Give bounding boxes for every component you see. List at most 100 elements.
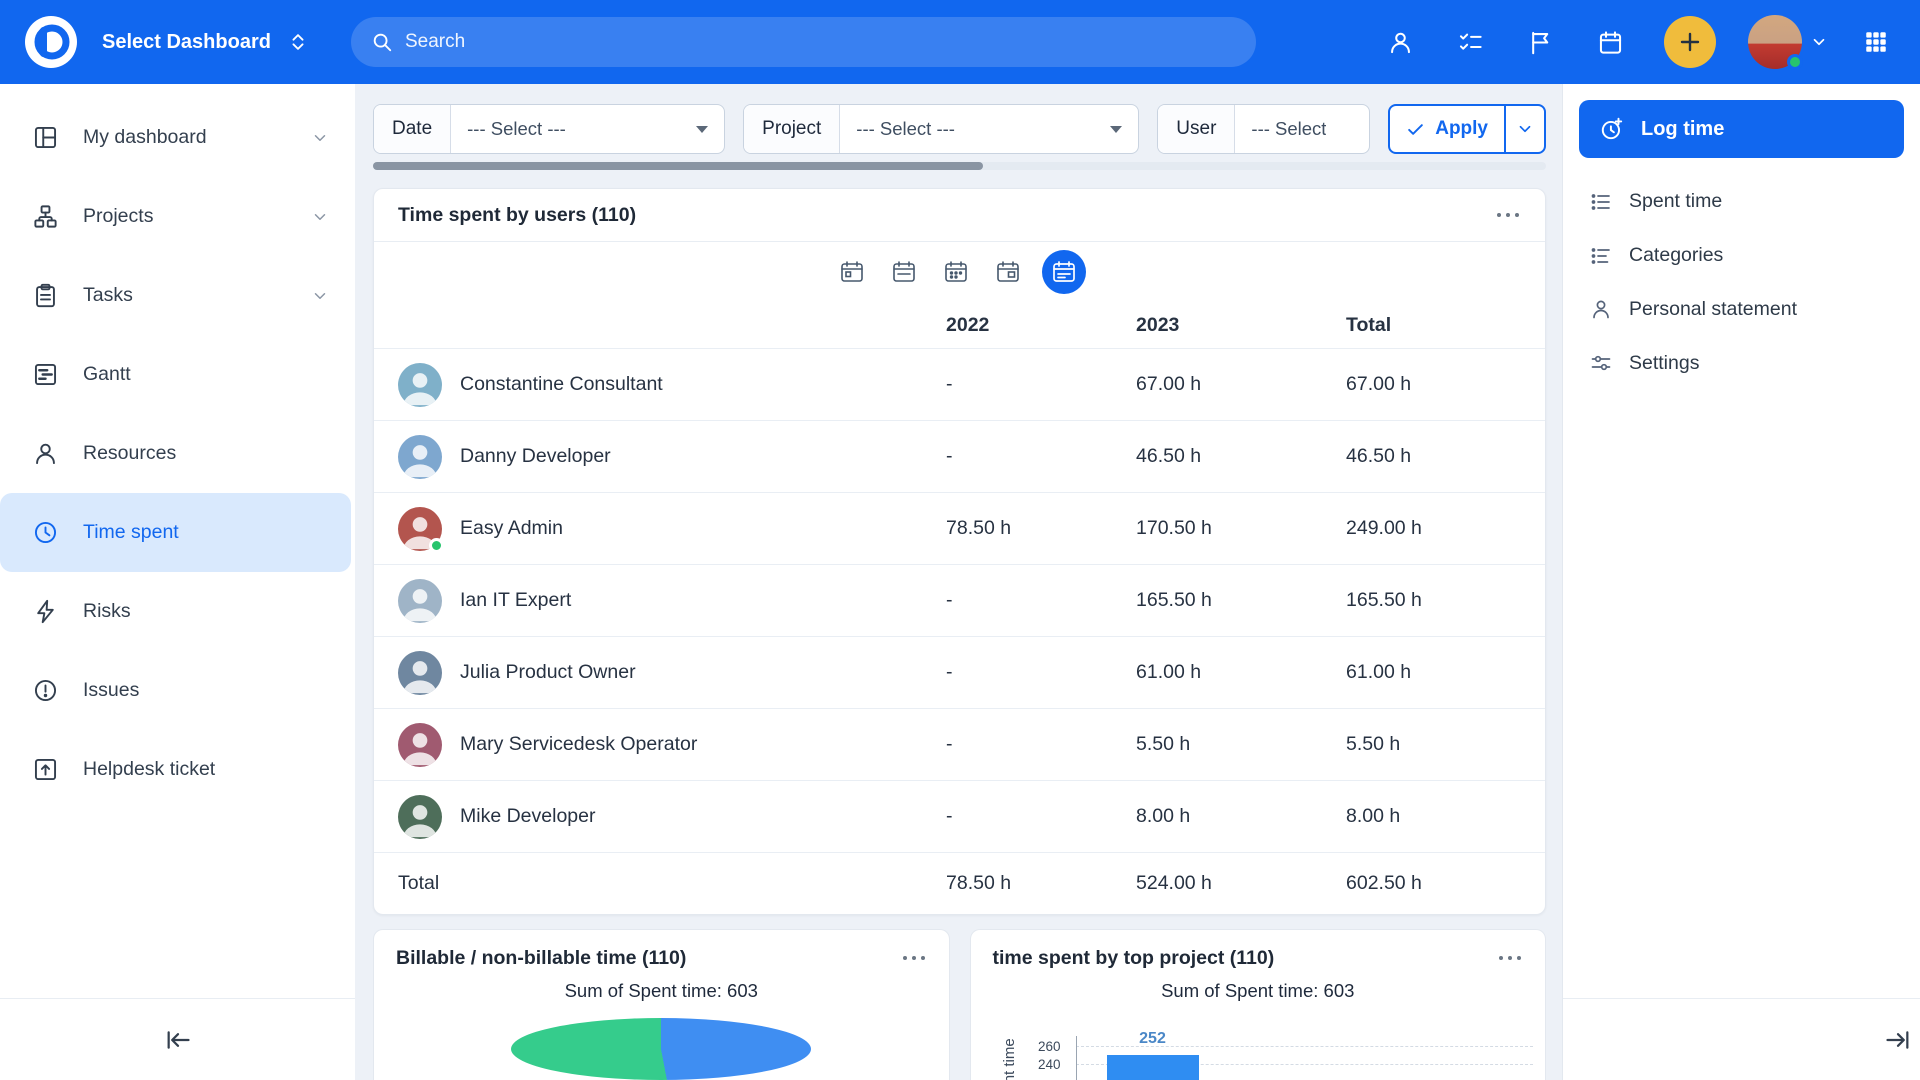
sidebar-item-risks[interactable]: Risks	[0, 572, 355, 651]
apply-button-label: Apply	[1435, 118, 1488, 140]
avatar-chevron-icon	[1810, 33, 1828, 51]
period-toggle-row	[374, 242, 1545, 302]
period-month-button[interactable]	[938, 254, 974, 290]
collapse-sidebar-button[interactable]	[164, 1026, 192, 1054]
value-2023: 8.00 h	[1136, 805, 1346, 828]
value-2022: -	[946, 589, 1136, 612]
user-name-cell[interactable]: Danny Developer	[398, 435, 946, 479]
collapse-right-sidebar-button[interactable]	[1884, 1026, 1912, 1054]
flag-button[interactable]	[1518, 20, 1562, 64]
value-total: 61.00 h	[1346, 661, 1521, 684]
user-button[interactable]	[1378, 20, 1422, 64]
user-name-cell[interactable]: Easy Admin	[398, 507, 946, 551]
sidebar-item-projects[interactable]: Projects	[0, 177, 355, 256]
profile-menu[interactable]	[1748, 15, 1828, 69]
value-total: 5.50 h	[1346, 733, 1521, 756]
user-name-cell[interactable]: Mary Servicedesk Operator	[398, 723, 946, 767]
value-2023: 5.50 h	[1136, 733, 1346, 756]
sidebar-item-time-spent[interactable]: Time spent	[0, 493, 351, 572]
project-filter-value: --- Select ---	[856, 118, 955, 140]
flag-icon	[1527, 29, 1554, 56]
chevron-down-icon	[311, 129, 329, 147]
apps-grid-button[interactable]	[1854, 20, 1898, 64]
left-sidebar: My dashboard Projects Tasks Gantt Resour…	[0, 84, 355, 1080]
apply-button[interactable]: Apply	[1390, 106, 1504, 152]
menu-item-categories[interactable]: Categories	[1579, 228, 1904, 282]
period-week-button[interactable]	[886, 254, 922, 290]
value-2023: 67.00 h	[1136, 373, 1346, 396]
app-root: Select Dashboard	[0, 0, 1920, 1080]
apply-dropdown-button[interactable]	[1504, 106, 1544, 152]
main-content: Date --- Select --- Project --- Select -…	[355, 84, 1562, 1080]
app-logo[interactable]	[22, 13, 80, 71]
lightning-icon	[32, 598, 59, 625]
user-name-cell[interactable]: Julia Product Owner	[398, 651, 946, 695]
sidebar-item-gantt[interactable]: Gantt	[0, 335, 355, 414]
value-2022: -	[946, 373, 1136, 396]
date-filter-select[interactable]: --- Select ---	[451, 105, 724, 153]
period-year-button[interactable]	[1042, 250, 1086, 294]
calendar-button[interactable]	[1588, 20, 1632, 64]
topbar: Select Dashboard	[0, 0, 1920, 84]
table-header-row: 2022 2023 Total	[374, 302, 1545, 348]
calendar-month-icon	[943, 259, 969, 285]
y-axis-tick: 260	[1001, 1039, 1061, 1054]
chevron-down-icon	[1516, 120, 1534, 138]
y-axis-line	[1076, 1036, 1077, 1080]
sidebar-item-label: Helpdesk ticket	[83, 758, 215, 781]
menu-item-spent-time[interactable]: Spent time	[1579, 174, 1904, 228]
user-name-cell[interactable]: Constantine Consultant	[398, 363, 946, 407]
user-filter-value: --- Select	[1251, 118, 1326, 140]
tasks-icon	[32, 282, 59, 309]
categories-icon	[1589, 243, 1613, 267]
date-filter-label: Date	[374, 105, 451, 153]
dashboard-selector[interactable]: Select Dashboard	[102, 31, 309, 54]
project-filter-select[interactable]: --- Select ---	[840, 105, 1138, 153]
calendar-year-icon	[1051, 259, 1077, 285]
log-time-button[interactable]: Log time	[1579, 100, 1904, 158]
bar[interactable]	[1107, 1055, 1199, 1080]
add-button[interactable]	[1664, 16, 1716, 68]
date-filter: Date --- Select ---	[373, 104, 725, 154]
check-icon	[1406, 120, 1425, 139]
sidebar-item-helpdesk-ticket[interactable]: Helpdesk ticket	[0, 730, 355, 809]
sidebar-item-issues[interactable]: Issues	[0, 651, 355, 730]
checklist-button[interactable]	[1448, 20, 1492, 64]
menu-item-settings[interactable]: Settings	[1579, 336, 1904, 390]
log-time-label: Log time	[1641, 118, 1724, 141]
user-name-cell[interactable]: Ian IT Expert	[398, 579, 946, 623]
calendar-day-icon	[839, 259, 865, 285]
sidebar-item-resources[interactable]: Resources	[0, 414, 355, 493]
panel-menu-button[interactable]	[1495, 210, 1521, 220]
user-name: Mary Servicedesk Operator	[460, 733, 697, 756]
value-2023: 170.50 h	[1136, 517, 1346, 540]
checklist-icon	[1457, 29, 1484, 56]
panel-menu-button[interactable]	[901, 953, 927, 963]
list-icon	[1589, 189, 1613, 213]
period-quarter-button[interactable]	[990, 254, 1026, 290]
table-row: Mary Servicedesk Operator - 5.50 h 5.50 …	[374, 708, 1545, 780]
sidebar-item-label: My dashboard	[83, 126, 207, 149]
user-name: Julia Product Owner	[460, 661, 636, 684]
horizontal-scrollbar-thumb[interactable]	[373, 162, 983, 170]
user-name-cell[interactable]: Mike Developer	[398, 795, 946, 839]
menu-item-label: Spent time	[1629, 190, 1722, 213]
ellipsis-icon	[1495, 210, 1521, 220]
online-status-dot	[1787, 54, 1803, 70]
period-day-button[interactable]	[834, 254, 870, 290]
apply-button-group: Apply	[1388, 104, 1546, 154]
chevron-down-icon	[311, 208, 329, 226]
user-name: Easy Admin	[460, 517, 563, 540]
search-icon	[371, 31, 393, 53]
menu-item-personal-statement[interactable]: Personal statement	[1579, 282, 1904, 336]
sidebar-item-my-dashboard[interactable]: My dashboard	[0, 98, 355, 177]
search-input[interactable]	[405, 31, 1236, 53]
value-2023: 165.50 h	[1136, 589, 1346, 612]
sidebar-item-tasks[interactable]: Tasks	[0, 256, 355, 335]
menu-item-label: Settings	[1629, 352, 1699, 375]
panel-menu-button[interactable]	[1497, 953, 1523, 963]
menu-item-label: Categories	[1629, 244, 1723, 267]
chart-subtitle: Sum of Spent time: 603	[374, 980, 949, 1002]
sidebar-item-label: Risks	[83, 600, 131, 623]
user-filter-select[interactable]: --- Select	[1235, 105, 1369, 153]
